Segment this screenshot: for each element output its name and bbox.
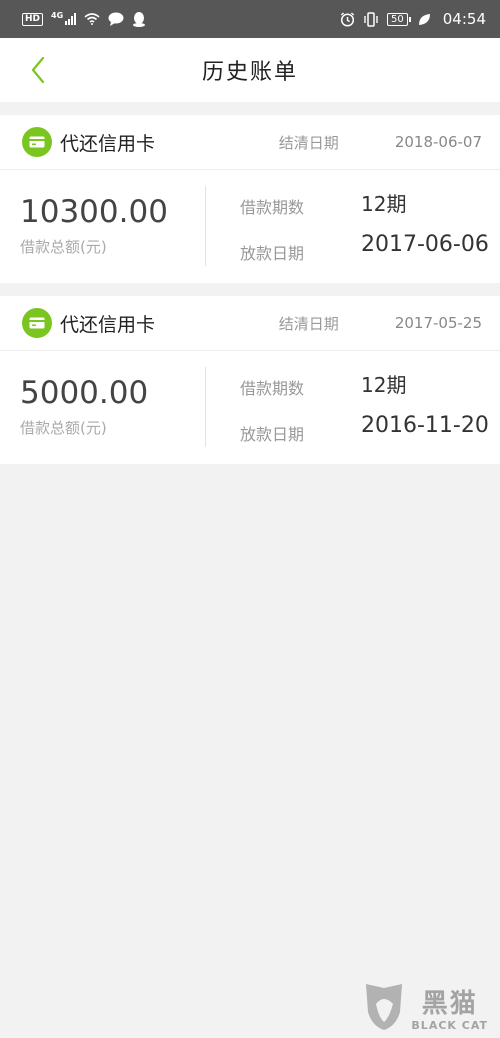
bill-card[interactable]: 代还信用卡 结清日期 2017-05-25 5000.00 借款总额(元) 借款…	[0, 296, 500, 464]
periods-label: 借款期数	[240, 379, 305, 398]
bill-type: 代还信用卡	[60, 132, 156, 155]
bill-card-header: 代还信用卡 结清日期 2017-05-25	[0, 296, 500, 351]
hd-badge: HD	[22, 12, 44, 26]
settle-date: 2018-06-07	[394, 133, 482, 151]
periods-value: 12期	[361, 192, 407, 216]
periods-label: 借款期数	[240, 198, 305, 217]
page-title: 历史账单	[201, 60, 298, 85]
loan-amount-label: 借款总额(元)	[20, 238, 107, 256]
vertical-divider	[205, 186, 206, 266]
settle-date-label: 结清日期	[278, 314, 339, 333]
leaf-icon	[418, 13, 430, 25]
bill-type: 代还信用卡	[60, 313, 156, 336]
loan-date-label: 放款日期	[240, 425, 305, 444]
alarm-icon	[340, 11, 355, 27]
status-bar: HD 4G 50 04:54	[0, 0, 500, 38]
clock-time: 04:54	[442, 10, 486, 28]
loan-amount: 10300.00	[20, 194, 168, 230]
settle-date-label: 结清日期	[278, 133, 339, 152]
cat-shield-icon	[366, 984, 403, 1030]
watermark-en: BLACK CAT	[411, 1019, 488, 1032]
vibrate-icon	[364, 11, 378, 27]
black-cat-watermark: 黑猫 BLACK CAT	[363, 982, 488, 1032]
battery-icon: 50	[387, 12, 411, 26]
credit-card-icon	[22, 127, 52, 157]
bill-card[interactable]: 代还信用卡 结清日期 2018-06-07 10300.00 借款总额(元) 借…	[0, 115, 500, 283]
bill-card-body: 5000.00 借款总额(元) 借款期数 12期 放款日期 2016-11-20	[0, 351, 500, 463]
loan-date-value: 2017-06-06	[361, 232, 489, 257]
network-type: 4G	[51, 10, 64, 20]
chevron-left-icon	[31, 56, 45, 84]
watermark-cn: 黑猫	[421, 989, 478, 1019]
loan-date-value: 2016-11-20	[361, 413, 489, 438]
bill-card-body: 10300.00 借款总额(元) 借款期数 12期 放款日期 2017-06-0…	[0, 170, 500, 282]
back-button[interactable]	[18, 50, 58, 90]
nav-bar: 历史账单	[0, 38, 500, 102]
chat-icon	[108, 12, 124, 26]
watermark-text: 黑猫 BLACK CAT	[411, 989, 488, 1032]
status-bar-left: HD 4G	[22, 10, 146, 27]
status-bar-right: 50 04:54	[340, 10, 486, 28]
loan-date-label: 放款日期	[240, 244, 305, 263]
settle-date: 2017-05-25	[394, 314, 482, 332]
bill-card-header: 代还信用卡 结清日期 2018-06-07	[0, 115, 500, 170]
wifi-icon	[84, 13, 100, 25]
loan-amount-label: 借款总额(元)	[20, 419, 107, 437]
qq-icon	[133, 11, 146, 27]
periods-value: 12期	[361, 373, 407, 397]
signal-icon	[65, 13, 77, 25]
credit-card-icon	[22, 308, 52, 338]
vertical-divider	[205, 367, 206, 447]
loan-amount: 5000.00	[20, 375, 149, 411]
